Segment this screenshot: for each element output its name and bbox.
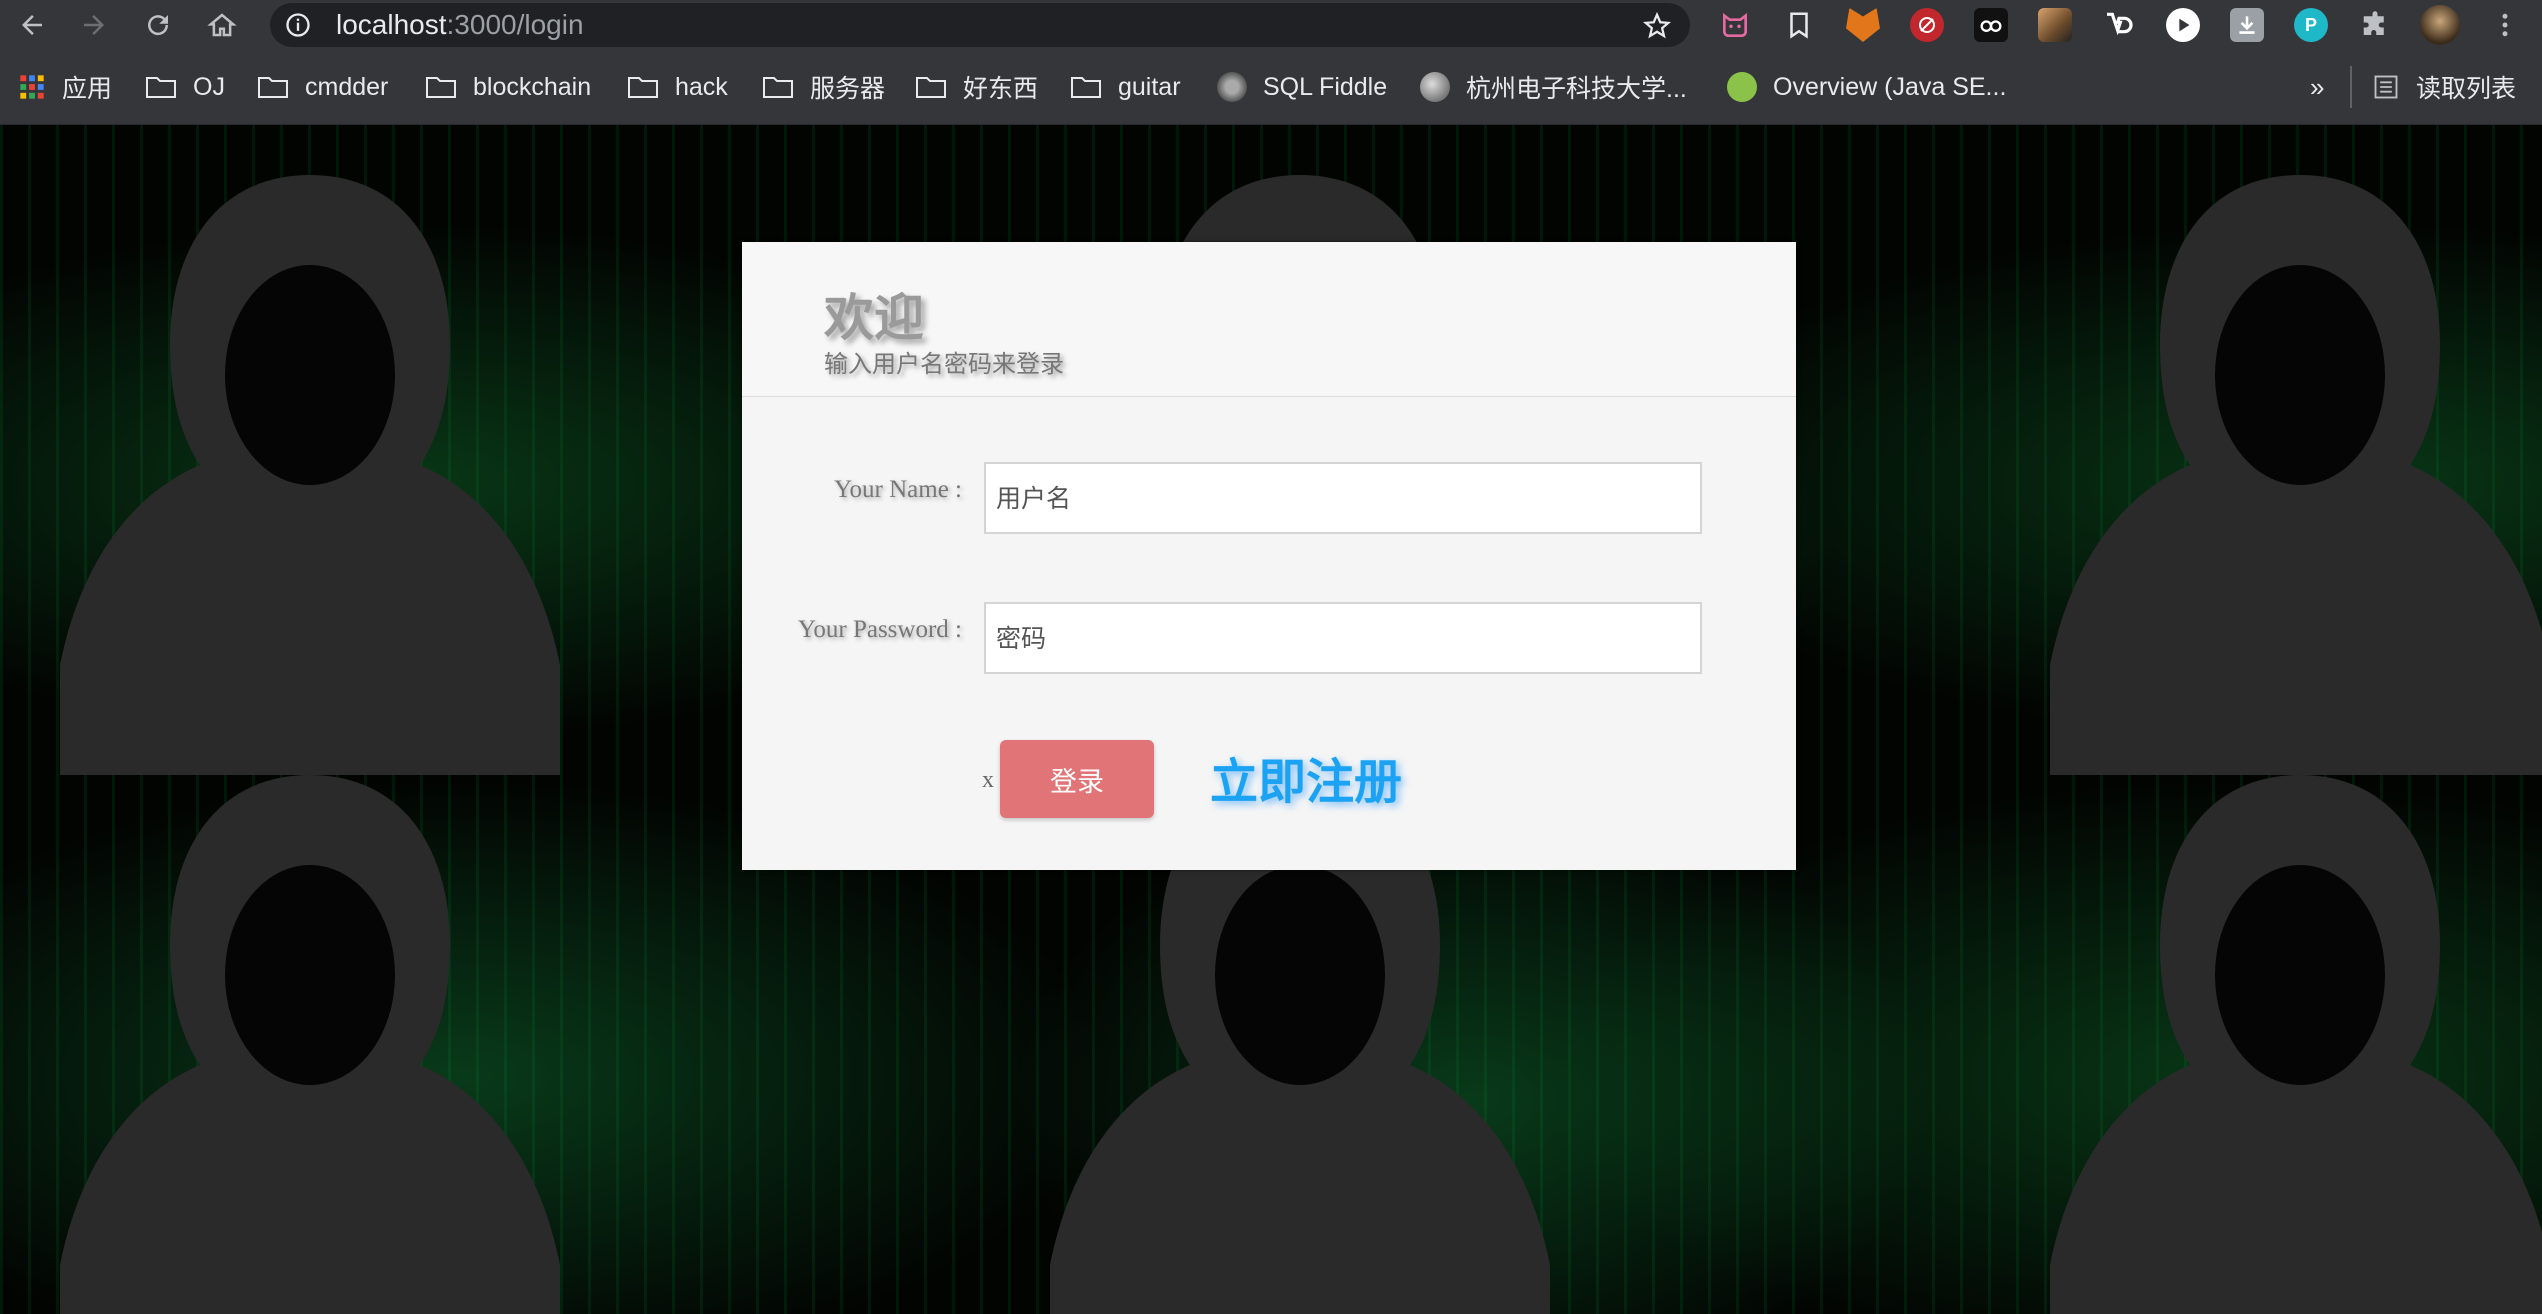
folder-icon <box>426 77 456 98</box>
login-button[interactable]: 登录 <box>1000 740 1154 818</box>
p-extension-label: P <box>2304 14 2317 35</box>
stray-x-text: x <box>982 767 994 793</box>
folder-icon <box>1071 77 1101 98</box>
folder-icon <box>763 77 793 98</box>
bookmark-folder-guitar[interactable]: guitar <box>1070 50 1181 124</box>
bookmark-apps[interactable]: 应用 <box>18 50 112 124</box>
bookmark-folder-good-stuff[interactable]: 好东西 <box>915 50 1038 124</box>
hooded-figure-image <box>60 775 560 1314</box>
bookmark-label: blockchain <box>473 72 592 101</box>
folder-icon <box>146 77 176 98</box>
bookmark-label: 好东西 <box>963 75 1039 103</box>
bookmark-folder-oj[interactable]: OJ <box>145 50 225 124</box>
globe-icon <box>1420 72 1450 102</box>
apps-grid-icon <box>20 75 44 99</box>
bookmark-label: Overview (Java SE... <box>1773 72 2007 101</box>
register-link[interactable]: 立即注册 <box>1210 742 1402 812</box>
password-input[interactable] <box>984 602 1702 674</box>
bookmark-label: cmdder <box>305 72 389 101</box>
profile-avatar[interactable] <box>2420 5 2460 45</box>
bookmark-sql-fiddle[interactable]: SQL Fiddle <box>1217 50 1387 124</box>
android-doc-icon <box>1727 72 1757 102</box>
reload-icon <box>148 15 169 36</box>
login-card: 欢迎 输入用户名密码来登录 Your Name : Your Password … <box>742 242 1796 870</box>
no-tracking-icon[interactable] <box>1910 8 1944 42</box>
p-extension-icon[interactable]: P <box>2294 8 2328 42</box>
username-label: Your Name : <box>833 476 962 503</box>
url-text: localhost:3000/login <box>336 3 584 47</box>
bookmark-label: 杭州电子科技大学... <box>1466 75 1687 103</box>
page-subtitle: 输入用户名密码来登录 <box>824 350 1064 378</box>
pixel-avatar-extension-icon[interactable] <box>2038 8 2072 42</box>
bookmark-label: hack <box>675 72 728 101</box>
metamask-fox-icon[interactable] <box>1846 8 1880 42</box>
password-label: Your Password : <box>797 616 962 643</box>
star-icon[interactable] <box>1642 11 1672 41</box>
bookmark-hdu[interactable]: 杭州电子科技大学... <box>1420 50 1687 124</box>
bookmark-folder-cmdder[interactable]: cmdder <box>257 50 388 124</box>
hooded-figure-image <box>2050 775 2542 1314</box>
reading-list-icon <box>2374 75 2398 99</box>
goggles-extension-icon[interactable] <box>1974 8 2008 42</box>
bookmark-extension-icon[interactable] <box>1782 8 1816 42</box>
folder-icon <box>628 77 658 98</box>
address-bar[interactable]: localhost:3000/login <box>270 3 1690 47</box>
bookmarks-bar: 应用 OJ cmdder blockchain hack 服务器 好东西 gui… <box>0 50 2542 125</box>
bookmark-label: guitar <box>1118 72 1181 101</box>
username-input[interactable] <box>984 462 1702 534</box>
info-icon[interactable] <box>284 11 312 39</box>
bookmark-java-overview[interactable]: Overview (Java SE... <box>1727 50 2006 124</box>
bookmarks-divider <box>2350 66 2352 108</box>
home-button[interactable] <box>202 5 242 45</box>
bookmark-folder-server[interactable]: 服务器 <box>762 50 885 124</box>
bookmarks-overflow-button[interactable]: » <box>2310 50 2324 124</box>
bookmark-label: 应用 <box>62 75 113 103</box>
url-path: :3000/login <box>446 9 584 40</box>
login-card-header: 欢迎 输入用户名密码来登录 <box>742 242 1796 397</box>
bookmark-label: SQL Fiddle <box>1263 72 1388 101</box>
menu-dots-icon[interactable] <box>2488 8 2522 42</box>
play-extension-icon[interactable] <box>2166 8 2200 42</box>
hooded-figure-image <box>2050 175 2542 775</box>
bookmark-folder-blockchain[interactable]: blockchain <box>425 50 591 124</box>
reading-list-button[interactable]: 读取列表 <box>2372 50 2516 124</box>
page-title: 欢迎 <box>824 288 924 347</box>
bookmark-label: 服务器 <box>810 75 886 103</box>
cat-extension-icon[interactable] <box>1718 8 1752 42</box>
arrow-left-icon <box>22 15 42 35</box>
arrow-right-icon <box>84 15 104 35</box>
reading-list-label: 读取列表 <box>2416 75 2517 103</box>
bookmark-folder-hack[interactable]: hack <box>627 50 728 124</box>
vd-extension-icon[interactable] <box>2102 8 2136 42</box>
browser-toolbar: localhost:3000/login P <box>0 0 2542 50</box>
sql-fiddle-gear-icon <box>1217 72 1247 102</box>
back-button[interactable] <box>12 5 52 45</box>
url-host: localhost <box>336 9 447 40</box>
hooded-figure-image <box>60 175 560 775</box>
reload-button[interactable] <box>138 5 178 45</box>
home-icon <box>207 13 237 37</box>
extensions-puzzle-icon[interactable] <box>2358 8 2392 42</box>
download-extension-icon[interactable] <box>2230 8 2264 42</box>
folder-icon <box>916 77 946 98</box>
overflow-chevron-icon: » <box>2310 71 2325 102</box>
folder-icon <box>258 77 288 98</box>
bookmark-label: OJ <box>193 72 225 101</box>
forward-button[interactable] <box>74 5 114 45</box>
